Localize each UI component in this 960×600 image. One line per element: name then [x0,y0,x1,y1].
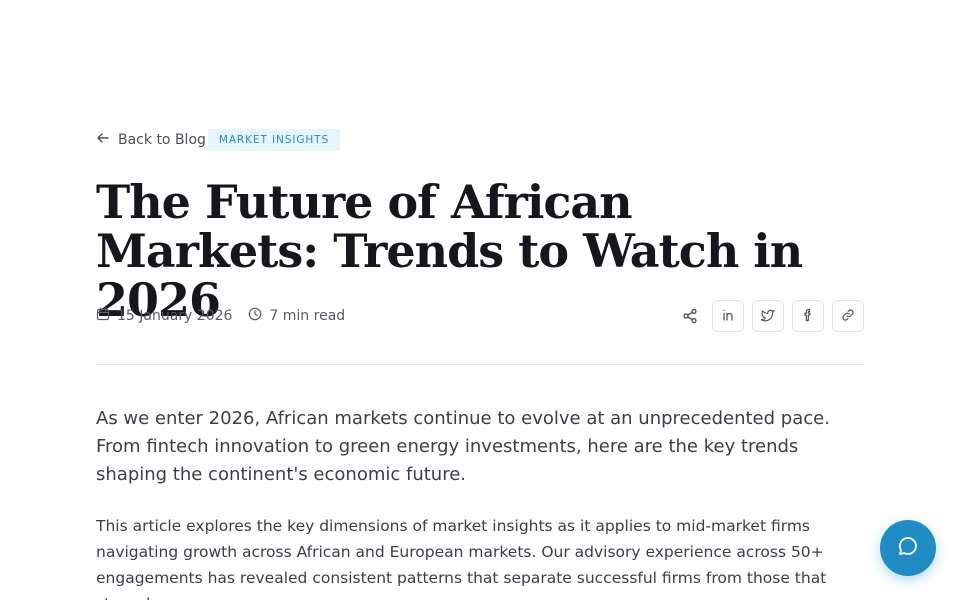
read-time: 7 min read [248,307,345,325]
back-to-blog-label: Back to Blog [118,132,206,148]
share-facebook-button[interactable] [792,300,824,332]
calendar-icon [96,307,110,325]
chat-button[interactable] [880,520,936,576]
article-meta: 15 January 2026 7 min read [96,300,864,332]
read-time-text: 7 min read [269,308,346,324]
share-linkedin-button[interactable] [712,300,744,332]
linkedin-icon [721,308,735,325]
article-lead: As we enter 2026, African markets contin… [96,408,830,485]
article-body: This article explores the key dimensions… [96,517,827,600]
publish-date-text: 15 January 2026 [117,308,233,324]
article-topline: Back to Blog MARKET INSIGHTS [96,128,341,152]
twitter-icon [760,308,775,325]
category-badge: MARKET INSIGHTS [207,129,341,151]
copy-link-button[interactable] [832,300,864,332]
facebook-icon [801,308,815,325]
share-twitter-button[interactable] [752,300,784,332]
clock-icon [248,307,262,325]
arrow-left-icon [96,131,110,149]
back-to-blog-link[interactable]: Back to Blog [96,131,206,149]
meta-divider [96,364,864,365]
share-icon [682,308,698,324]
link-icon [841,308,855,325]
publish-date: 15 January 2026 [96,307,232,325]
share-bar [682,300,864,332]
chat-bubble-icon [897,535,919,561]
